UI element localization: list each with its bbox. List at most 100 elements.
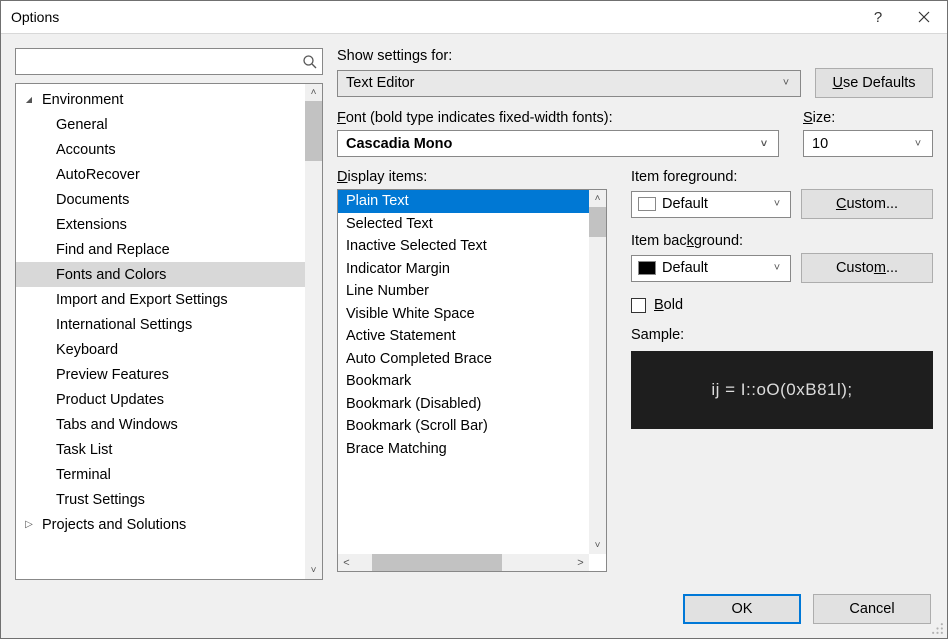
size-value: 10	[812, 136, 828, 152]
sample-text: ij = I::oO(0xB81l);	[711, 380, 852, 400]
list-item[interactable]: Indicator Margin	[338, 258, 589, 281]
tree-item[interactable]: Accounts	[16, 137, 305, 162]
tree-item[interactable]: Fonts and Colors	[16, 262, 305, 287]
show-settings-section: Show settings for: Text Editor ˅ Use Def…	[337, 48, 933, 98]
list-item[interactable]: Visible White Space	[338, 303, 589, 326]
scroll-up-icon[interactable]: ˄	[589, 190, 606, 207]
tree-item[interactable]: Product Updates	[16, 387, 305, 412]
tree-item[interactable]: ◢Environment	[16, 87, 305, 112]
left-pane: ◢Environment General Accounts AutoRecover Do…	[15, 48, 323, 580]
tree-item[interactable]: International Settings	[16, 312, 305, 337]
tree-item-label: Preview Features	[56, 367, 169, 383]
list-item[interactable]: Selected Text	[338, 213, 589, 236]
tree-item-label: Keyboard	[56, 342, 118, 358]
bold-label: Bold	[654, 297, 683, 313]
tree-item[interactable]: Extensions	[16, 212, 305, 237]
chevron-down-icon: ˅	[768, 256, 786, 281]
scroll-thumb[interactable]	[589, 207, 606, 237]
show-settings-value: Text Editor	[346, 75, 415, 91]
tree-item[interactable]: Tabs and Windows	[16, 412, 305, 437]
list-item[interactable]: Plain Text	[338, 190, 589, 213]
background-dropdown[interactable]: Default ˅	[631, 255, 791, 282]
tree-item[interactable]: General	[16, 112, 305, 137]
list-item[interactable]: Brace Matching	[338, 438, 589, 461]
color-swatch	[638, 261, 656, 275]
search-input[interactable]	[22, 53, 302, 71]
expander-open-icon[interactable]: ◢	[22, 95, 36, 104]
show-settings-dropdown[interactable]: Text Editor ˅	[337, 70, 801, 97]
font-label: Font (bold type indicates fixed-width fo…	[337, 110, 779, 126]
expander-closed-icon[interactable]: ▷	[22, 519, 36, 530]
tree-item[interactable]: Find and Replace	[16, 237, 305, 262]
search-box[interactable]	[15, 48, 323, 75]
tree-item-label: Terminal	[56, 467, 111, 483]
dialog-body: ◢Environment General Accounts AutoRecover Do…	[1, 34, 947, 580]
chevron-down-icon: ˅	[768, 192, 786, 217]
tree-item-label: General	[56, 117, 108, 133]
scroll-left-icon[interactable]: ˂	[338, 554, 355, 571]
tree-item[interactable]: Import and Export Settings	[16, 287, 305, 312]
tree-item-label: Accounts	[56, 142, 116, 158]
dialog-footer: OK Cancel	[1, 580, 947, 638]
scroll-up-icon[interactable]: ˄	[305, 84, 322, 101]
cancel-button[interactable]: Cancel	[813, 594, 931, 624]
tree-item-label: Trust Settings	[56, 492, 145, 508]
tree-item-label: Projects and Solutions	[42, 517, 186, 533]
tree-item[interactable]: Trust Settings	[16, 487, 305, 512]
chevron-down-icon: ˅	[908, 131, 928, 156]
size-combo[interactable]: 10 ˅	[803, 130, 933, 157]
tree-item[interactable]: ▷ Projects and Solutions	[16, 512, 305, 537]
background-label: Item background:	[631, 233, 933, 249]
font-combo[interactable]: Cascadia Mono ˅	[337, 130, 779, 157]
bold-checkbox-row[interactable]: Bold	[631, 297, 933, 313]
tree-item[interactable]: Preview Features	[16, 362, 305, 387]
tree-item-label: Task List	[56, 442, 112, 458]
tree-item-label: Documents	[56, 192, 129, 208]
background-value: Default	[662, 260, 708, 276]
foreground-dropdown[interactable]: Default ˅	[631, 191, 791, 218]
scroll-thumb[interactable]	[305, 101, 322, 161]
foreground-label: Item foreground:	[631, 169, 933, 185]
close-icon	[918, 11, 930, 23]
bold-checkbox[interactable]	[631, 298, 646, 313]
category-tree: ◢Environment General Accounts AutoRecover Do…	[15, 83, 323, 580]
settings-pane: Show settings for: Text Editor ˅ Use Def…	[337, 48, 933, 580]
tree-item[interactable]: Documents	[16, 187, 305, 212]
list-item[interactable]: Line Number	[338, 280, 589, 303]
resize-grip-icon[interactable]	[931, 622, 944, 635]
display-items-column: Display items: Plain TextSelected TextIn…	[337, 169, 607, 572]
scroll-down-icon[interactable]: ˅	[305, 562, 322, 579]
list-item[interactable]: Active Statement	[338, 325, 589, 348]
chevron-down-icon: ˅	[776, 71, 796, 96]
tree-item-label: AutoRecover	[56, 167, 140, 183]
display-items-listbox[interactable]: Plain TextSelected TextInactive Selected…	[337, 189, 607, 572]
background-custom-button[interactable]: Custom...	[801, 253, 933, 283]
display-items-label: Display items:	[337, 169, 607, 185]
tree-item[interactable]: AutoRecover	[16, 162, 305, 187]
list-vscrollbar[interactable]: ˄ ˅	[589, 190, 606, 554]
scroll-down-icon[interactable]: ˅	[589, 537, 606, 554]
scroll-right-icon[interactable]: ˃	[572, 554, 589, 571]
list-item[interactable]: Bookmark (Scroll Bar)	[338, 415, 589, 438]
list-item[interactable]: Auto Completed Brace	[338, 348, 589, 371]
cancel-label: Cancel	[849, 601, 894, 617]
list-hscrollbar[interactable]: ˂ ˃	[338, 554, 589, 571]
tree-item[interactable]: Keyboard	[16, 337, 305, 362]
list-item[interactable]: Bookmark (Disabled)	[338, 393, 589, 416]
ok-label: OK	[732, 601, 753, 617]
tree-item-label: Product Updates	[56, 392, 164, 408]
list-item[interactable]: Bookmark	[338, 370, 589, 393]
tree-item[interactable]: Task List	[16, 437, 305, 462]
ok-button[interactable]: OK	[683, 594, 801, 624]
tree-item-label: Tabs and Windows	[56, 417, 178, 433]
tree-scrollbar[interactable]: ˄ ˅	[305, 84, 322, 579]
foreground-custom-button[interactable]: Custom...	[801, 189, 933, 219]
sample-label: Sample:	[631, 327, 933, 343]
help-button[interactable]: ?	[855, 1, 901, 34]
tree-item[interactable]: Terminal	[16, 462, 305, 487]
close-button[interactable]	[901, 1, 947, 34]
foreground-value: Default	[662, 196, 708, 212]
use-defaults-button[interactable]: Use Defaults	[815, 68, 933, 98]
list-item[interactable]: Inactive Selected Text	[338, 235, 589, 258]
scroll-thumb[interactable]	[372, 554, 502, 571]
